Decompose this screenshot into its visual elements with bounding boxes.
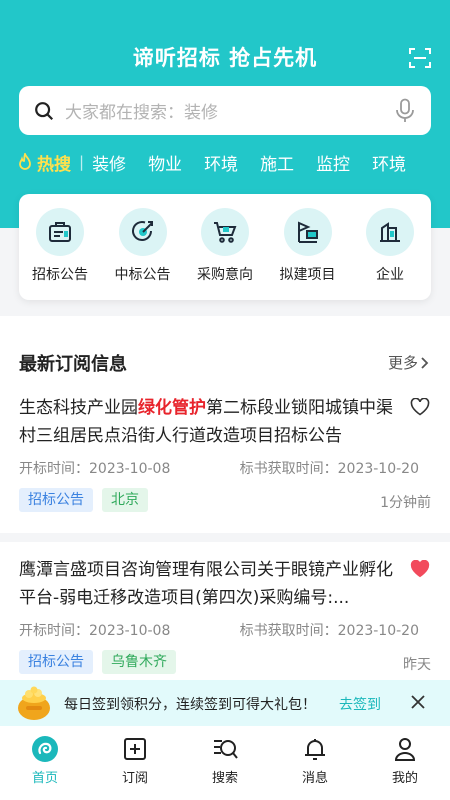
item-title-text: 生态科技产业园: [19, 398, 138, 418]
tab-label: 订阅: [121, 771, 148, 786]
crane-icon: [283, 208, 332, 256]
tab-label: 消息: [301, 771, 328, 786]
heart-outline-icon[interactable]: [410, 398, 430, 416]
more-link[interactable]: 更多: [388, 352, 430, 373]
hot-keyword[interactable]: 环境: [372, 150, 406, 175]
search-bar[interactable]: 大家都在搜索：装修: [19, 86, 431, 135]
bid-notice-icon: [36, 208, 84, 256]
region-tag: 乌鲁木齐: [102, 650, 176, 674]
subscribe-icon: [124, 738, 146, 760]
category-label: 拟建项目: [279, 267, 336, 283]
tab-subscribe[interactable]: 订阅: [90, 726, 180, 800]
tab-label: 搜索: [211, 771, 238, 786]
hot-keyword[interactable]: 环境: [204, 150, 238, 175]
category-planned-project[interactable]: 拟建项目: [267, 208, 349, 300]
shopping-cart-icon: [201, 208, 249, 256]
doc-time: 标书获取时间：2023-10-20: [239, 461, 419, 477]
tab-label: 首页: [31, 771, 58, 786]
category-card: 招标公告 中标公告 采购意向 拟建项目 企业: [19, 194, 431, 300]
category-label: 企业: [376, 267, 404, 283]
tab-messages[interactable]: 消息: [270, 726, 360, 800]
item-meta: 开标时间：2023-10-08 标书获取时间：2023-10-20: [19, 458, 431, 478]
hot-keyword[interactable]: 装修: [92, 150, 126, 175]
doc-time: 标书获取时间：2023-10-20: [239, 623, 419, 639]
open-time: 开标时间：2023-10-08: [19, 461, 171, 477]
heart-filled-icon[interactable]: [410, 560, 430, 578]
publish-time: 昨天: [403, 657, 431, 673]
hot-separator: |: [79, 153, 85, 171]
search-icon: [35, 101, 54, 120]
item-tags: 招标公告 乌鲁木齐: [19, 650, 185, 674]
tab-label: 我的: [391, 771, 418, 786]
bottom-tab-bar: 首页 订阅 搜索 消息 我的: [0, 726, 450, 800]
slogan: 谛听招标 抢占先机: [132, 46, 318, 70]
bell-icon: [305, 739, 325, 760]
category-label: 采购意向: [197, 267, 253, 283]
checkin-button[interactable]: 去签到: [339, 694, 381, 714]
category-label: 招标公告: [32, 267, 88, 283]
tab-profile[interactable]: 我的: [360, 726, 450, 800]
item-title: 生态科技产业园绿化管护第二标段业锁阳城镇中渠村三组居民点沿街人行道改造项目招标公…: [19, 394, 401, 450]
category-enterprise[interactable]: 企业: [349, 208, 431, 300]
section-header: 最新订阅信息 更多: [0, 328, 450, 398]
banner-text: 每日签到领积分，连续签到可得大礼包！: [64, 697, 316, 713]
publish-time: 1分钟前: [380, 495, 431, 511]
user-icon: [394, 738, 416, 761]
tab-home[interactable]: 首页: [0, 726, 90, 800]
scan-icon[interactable]: [408, 46, 432, 70]
search-placeholder[interactable]: 大家都在搜索：装修: [65, 98, 395, 123]
list-item[interactable]: 生态科技产业园绿化管护第二标段业锁阳城镇中渠村三组居民点沿街人行道改造项目招标公…: [0, 394, 450, 520]
type-tag: 招标公告: [19, 650, 93, 674]
category-label: 中标公告: [114, 267, 171, 283]
item-title: 鹰潭言盛项目咨询管理有限公司关于眼镜产业孵化平台-弱电迁移改造项目(第四次)采购…: [19, 556, 401, 612]
type-tag: 招标公告: [19, 488, 93, 512]
award-notice-icon: [118, 208, 167, 256]
category-bid-notice[interactable]: 招标公告: [19, 208, 101, 300]
chevron-right-icon: [421, 356, 429, 369]
close-icon[interactable]: [410, 694, 426, 710]
item-title-text: 鹰潭言盛项目咨询管理有限公司关于眼镜产业孵化平台-弱电迁移改造项目(第四次)采购…: [19, 560, 393, 608]
divider: [0, 533, 450, 542]
category-award-notice[interactable]: 中标公告: [102, 208, 184, 300]
hot-keyword[interactable]: 施工: [260, 150, 294, 175]
more-label: 更多: [387, 354, 418, 372]
building-icon: [366, 208, 414, 256]
hot-keyword[interactable]: 物业: [148, 150, 182, 175]
flame-icon: [19, 153, 31, 170]
home-icon: [32, 736, 58, 762]
item-title-highlight: 绿化管护: [138, 398, 206, 418]
tab-search[interactable]: 搜索: [180, 726, 270, 800]
region-tag: 北京: [102, 488, 148, 512]
coin-pot-icon: [18, 686, 50, 720]
item-meta: 开标时间：2023-10-08 标书获取时间：2023-10-20: [19, 620, 431, 640]
section-title: 最新订阅信息: [19, 354, 127, 375]
open-time: 开标时间：2023-10-08: [19, 623, 171, 639]
search-list-icon: [214, 740, 238, 759]
checkin-banner: 每日签到领积分，连续签到可得大礼包！ 去签到: [0, 680, 450, 726]
item-tags: 招标公告 北京: [19, 488, 157, 512]
microphone-icon[interactable]: [395, 98, 415, 124]
category-purchase-intent[interactable]: 采购意向: [184, 208, 266, 300]
hot-keyword[interactable]: 监控: [316, 150, 350, 175]
list-item[interactable]: 鹰潭言盛项目咨询管理有限公司关于眼镜产业孵化平台-弱电迁移改造项目(第四次)采购…: [0, 556, 450, 680]
hot-search-row: 热搜 | 装修 物业 环境 施工 监控 环境: [17, 148, 450, 176]
hot-search-label: 热搜: [37, 154, 71, 175]
